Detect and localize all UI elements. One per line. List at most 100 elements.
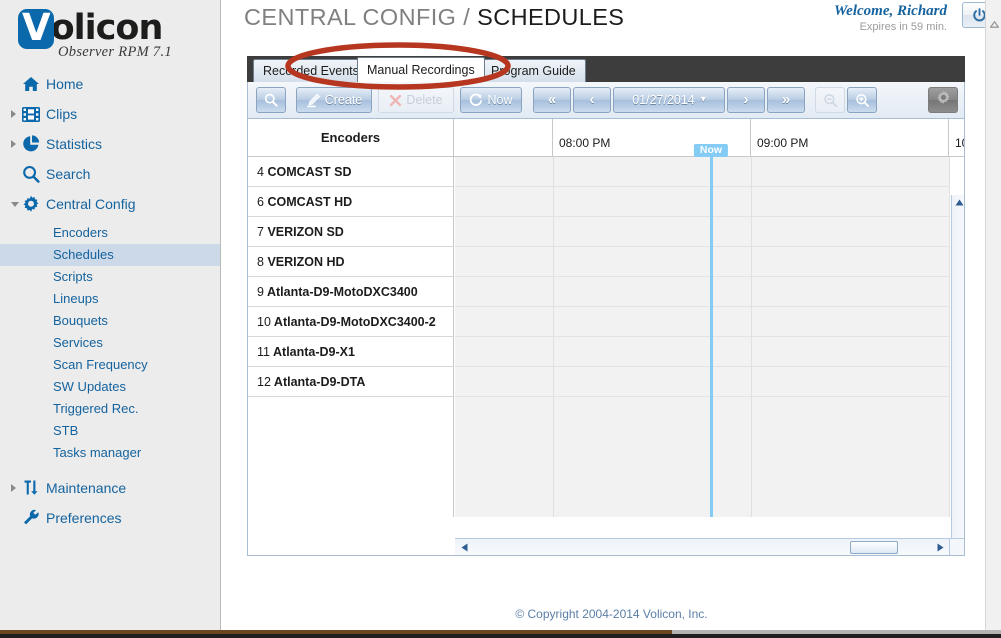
x-icon — [389, 94, 402, 107]
table-row[interactable]: 6 COMCAST HD — [248, 187, 453, 217]
encoder-column-filler — [248, 397, 453, 517]
sidebar-item-clips[interactable]: Clips — [0, 102, 220, 126]
browser-scroll-up-arrow[interactable] — [986, 16, 1001, 32]
welcome-block: Welcome, Richard Expires in 59 min. — [834, 3, 947, 33]
first-page-button[interactable]: « — [533, 87, 571, 113]
timeline-lane[interactable] — [455, 277, 950, 307]
table-row[interactable]: 4 COMCAST SD — [248, 157, 453, 187]
taskbar-segment-left — [0, 630, 672, 634]
now-button[interactable]: Now — [460, 87, 522, 113]
now-label: Now — [487, 93, 513, 107]
encoder-number: 10 — [257, 315, 271, 329]
date-picker[interactable]: 01/27/2014 ▾ — [613, 87, 725, 113]
encoder-number: 7 — [257, 225, 264, 239]
sidebar-item-encoders[interactable]: Encoders — [0, 222, 220, 244]
sidebar-item-maintenance[interactable]: Maintenance — [0, 476, 220, 500]
timeline-lane[interactable] — [455, 337, 950, 367]
sidebar-item-stb[interactable]: STB — [0, 420, 220, 442]
horizontal-scrollbar[interactable] — [455, 538, 951, 555]
scroll-up-arrow[interactable] — [952, 195, 964, 210]
chevron-right-icon[interactable] — [11, 140, 16, 148]
table-row[interactable]: 11 Atlanta-D9-X1 — [248, 337, 453, 367]
timeline-lane[interactable] — [455, 307, 950, 337]
sidebar-item-label: Lineups — [53, 291, 99, 306]
browser-scrollbar[interactable] — [985, 0, 1001, 630]
sidebar-item-services[interactable]: Services — [0, 332, 220, 354]
table-row[interactable]: 9 Atlanta-D9-MotoDXC3400 — [248, 277, 453, 307]
scroll-left-arrow[interactable] — [457, 539, 471, 555]
delete-label: Delete — [406, 93, 443, 107]
horizontal-scroll-thumb[interactable] — [850, 541, 898, 554]
search-icon — [22, 165, 40, 183]
encoder-number: 9 — [257, 285, 264, 299]
sidebar-item-sw-updates[interactable]: SW Updates — [0, 376, 220, 398]
wrench-icon — [22, 509, 40, 527]
sidebar-item-lineups[interactable]: Lineups — [0, 288, 220, 310]
encoder-name: Atlanta-D9-MotoDXC3400 — [266, 285, 418, 299]
sidebar-item-home[interactable]: Home — [0, 72, 220, 96]
date-value: 01/27/2014 — [632, 93, 695, 107]
timeline-lanes[interactable]: Now — [455, 144, 950, 517]
taskbar-strip — [0, 630, 1001, 638]
sidebar: Volicon Observer RPM 7.1 Home Clips Stat… — [0, 0, 221, 630]
timeline-lane[interactable] — [455, 367, 950, 397]
encoder-name: Atlanta-D9-MotoDXC3400-2 — [273, 315, 436, 329]
search-button[interactable] — [256, 87, 286, 113]
encoder-name: VERIZON SD — [267, 225, 344, 239]
chevron-down-icon[interactable] — [11, 202, 19, 211]
create-button[interactable]: Create — [296, 87, 372, 113]
zoom-in-button[interactable] — [847, 87, 877, 113]
sidebar-item-central-config[interactable]: Central Config — [0, 192, 220, 216]
time-header-blank — [455, 119, 553, 156]
breadcrumb-parent[interactable]: CENTRAL CONFIG — [244, 4, 456, 30]
encoder-name: Atlanta-D9-DTA — [273, 375, 366, 389]
breadcrumb: CENTRAL CONFIG / SCHEDULES — [244, 4, 624, 31]
schedule-grid: Encoders 08:00 PM 09:00 PM 10 4 COMCAST … — [247, 119, 965, 556]
tab-manual-recordings[interactable]: Manual Recordings — [357, 57, 485, 82]
search-icon — [264, 93, 278, 107]
breadcrumb-separator: / — [456, 4, 478, 30]
sidebar-item-label: SW Updates — [53, 379, 126, 394]
scroll-right-arrow[interactable] — [933, 539, 947, 555]
sidebar-item-bouquets[interactable]: Bouquets — [0, 310, 220, 332]
timeline-gridline — [553, 157, 554, 517]
sidebar-item-statistics[interactable]: Statistics — [0, 132, 220, 156]
sidebar-item-label: Tasks manager — [53, 445, 142, 460]
tab-program-guide[interactable]: Program Guide — [481, 59, 586, 82]
sidebar-item-triggered-rec[interactable]: Triggered Rec. — [0, 398, 220, 420]
sidebar-item-label: Scan Frequency — [53, 357, 148, 372]
table-row[interactable]: 12 Atlanta-D9-DTA — [248, 367, 453, 397]
timeline-gridline — [751, 157, 752, 517]
zoom-out-icon — [823, 93, 838, 108]
copyright-text: © Copyright 2004-2014 Volicon, Inc. — [515, 607, 708, 621]
sidebar-item-search[interactable]: Search — [0, 162, 220, 186]
table-row[interactable]: 7 VERIZON SD — [248, 217, 453, 247]
timeline-lane[interactable] — [455, 247, 950, 277]
sidebar-item-scripts[interactable]: Scripts — [0, 266, 220, 288]
sidebar-item-schedules[interactable]: Schedules — [0, 244, 220, 266]
sidebar-item-tasks-manager[interactable]: Tasks manager — [0, 442, 220, 464]
grid-body: 4 COMCAST SD 6 COMCAST HD 7 VERIZON SD 8… — [248, 144, 964, 555]
sidebar-item-preferences[interactable]: Preferences — [0, 506, 220, 530]
next-page-button[interactable]: › — [727, 87, 765, 113]
tab-recorded-events[interactable]: Recorded Events — [253, 59, 369, 82]
timeline-lane[interactable] — [455, 187, 950, 217]
timeline-lane[interactable] — [455, 217, 950, 247]
film-icon — [22, 105, 40, 123]
chevron-right-icon[interactable] — [11, 110, 16, 118]
previous-page-button[interactable]: ‹ — [573, 87, 611, 113]
last-page-button[interactable]: » — [767, 87, 805, 113]
timeline-lane[interactable] — [455, 157, 950, 187]
vertical-scrollbar[interactable] — [951, 195, 964, 555]
sidebar-item-scan-frequency[interactable]: Scan Frequency — [0, 354, 220, 376]
encoder-number: 12 — [257, 375, 271, 389]
encoder-name: VERIZON HD — [267, 255, 345, 269]
chevron-right-icon[interactable] — [11, 484, 16, 492]
tab-bar: Recorded Events Manual Recordings Progra… — [247, 56, 965, 82]
chevron-down-icon: ▾ — [700, 94, 706, 105]
table-row[interactable]: 10 Atlanta-D9-MotoDXC3400-2 — [248, 307, 453, 337]
settings-button[interactable] — [928, 87, 958, 113]
table-row[interactable]: 8 VERIZON HD — [248, 247, 453, 277]
encoder-name: Atlanta-D9-X1 — [273, 345, 355, 359]
encoder-name: COMCAST HD — [267, 195, 353, 209]
